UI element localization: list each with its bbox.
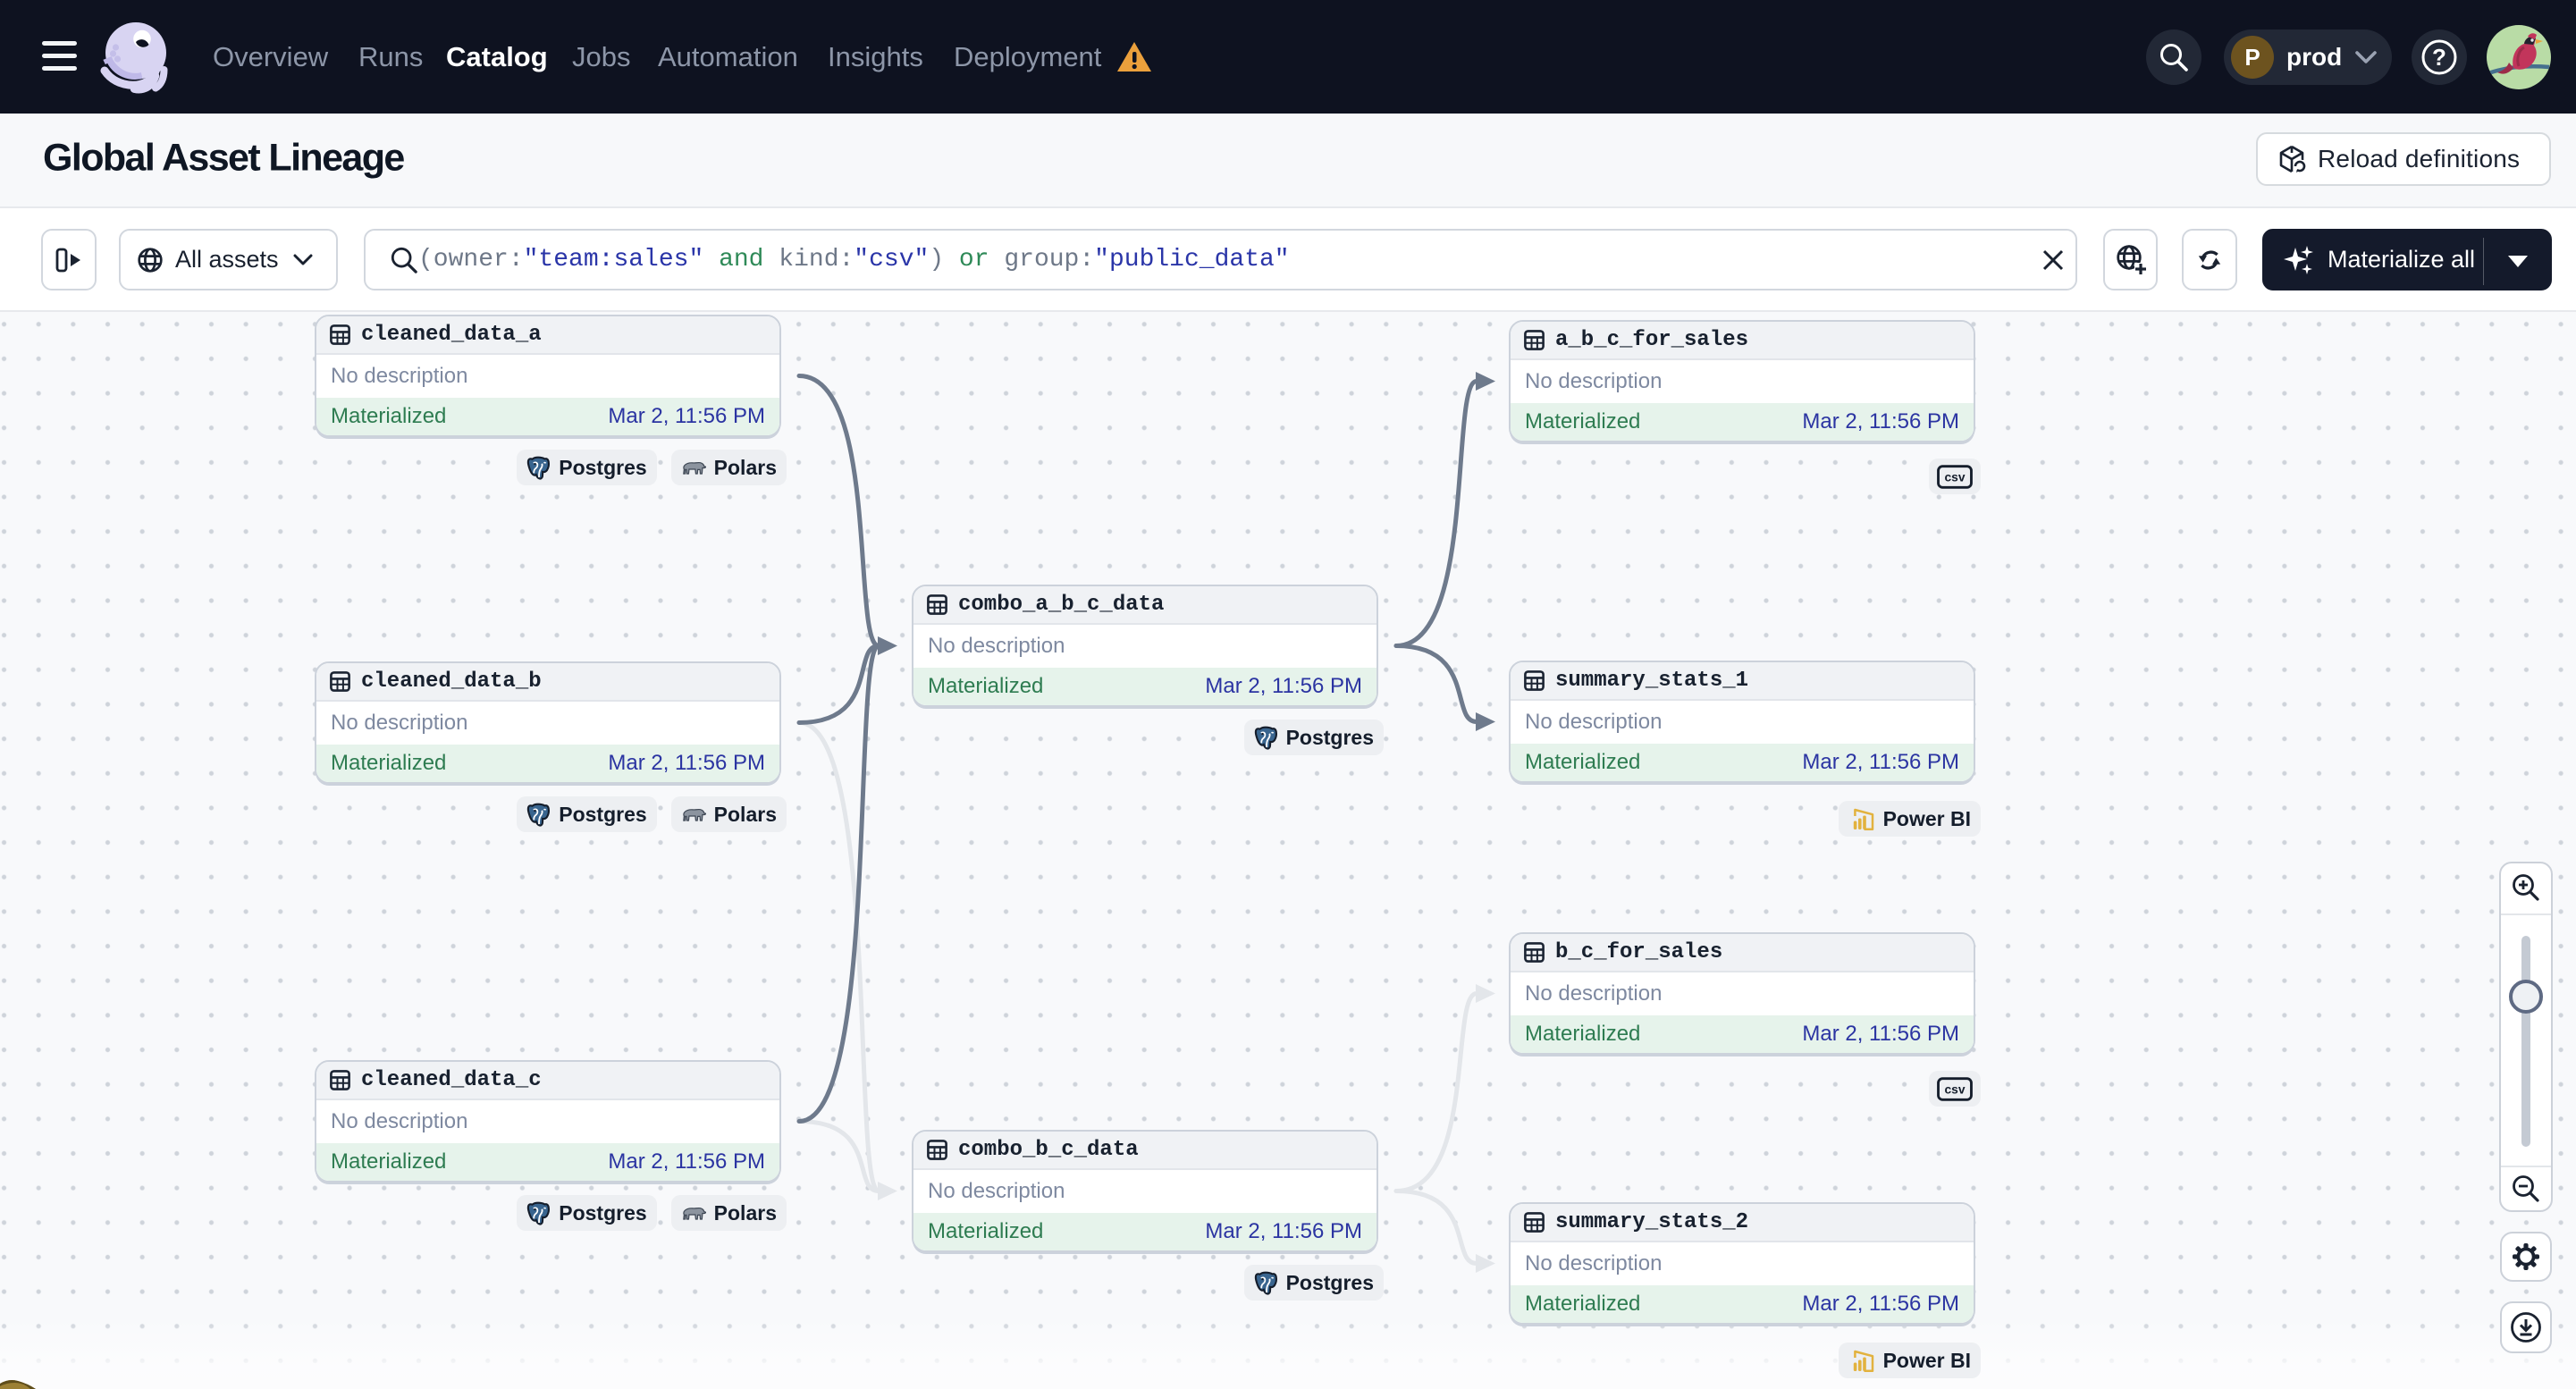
svg-text:?: ? — [2432, 44, 2446, 71]
